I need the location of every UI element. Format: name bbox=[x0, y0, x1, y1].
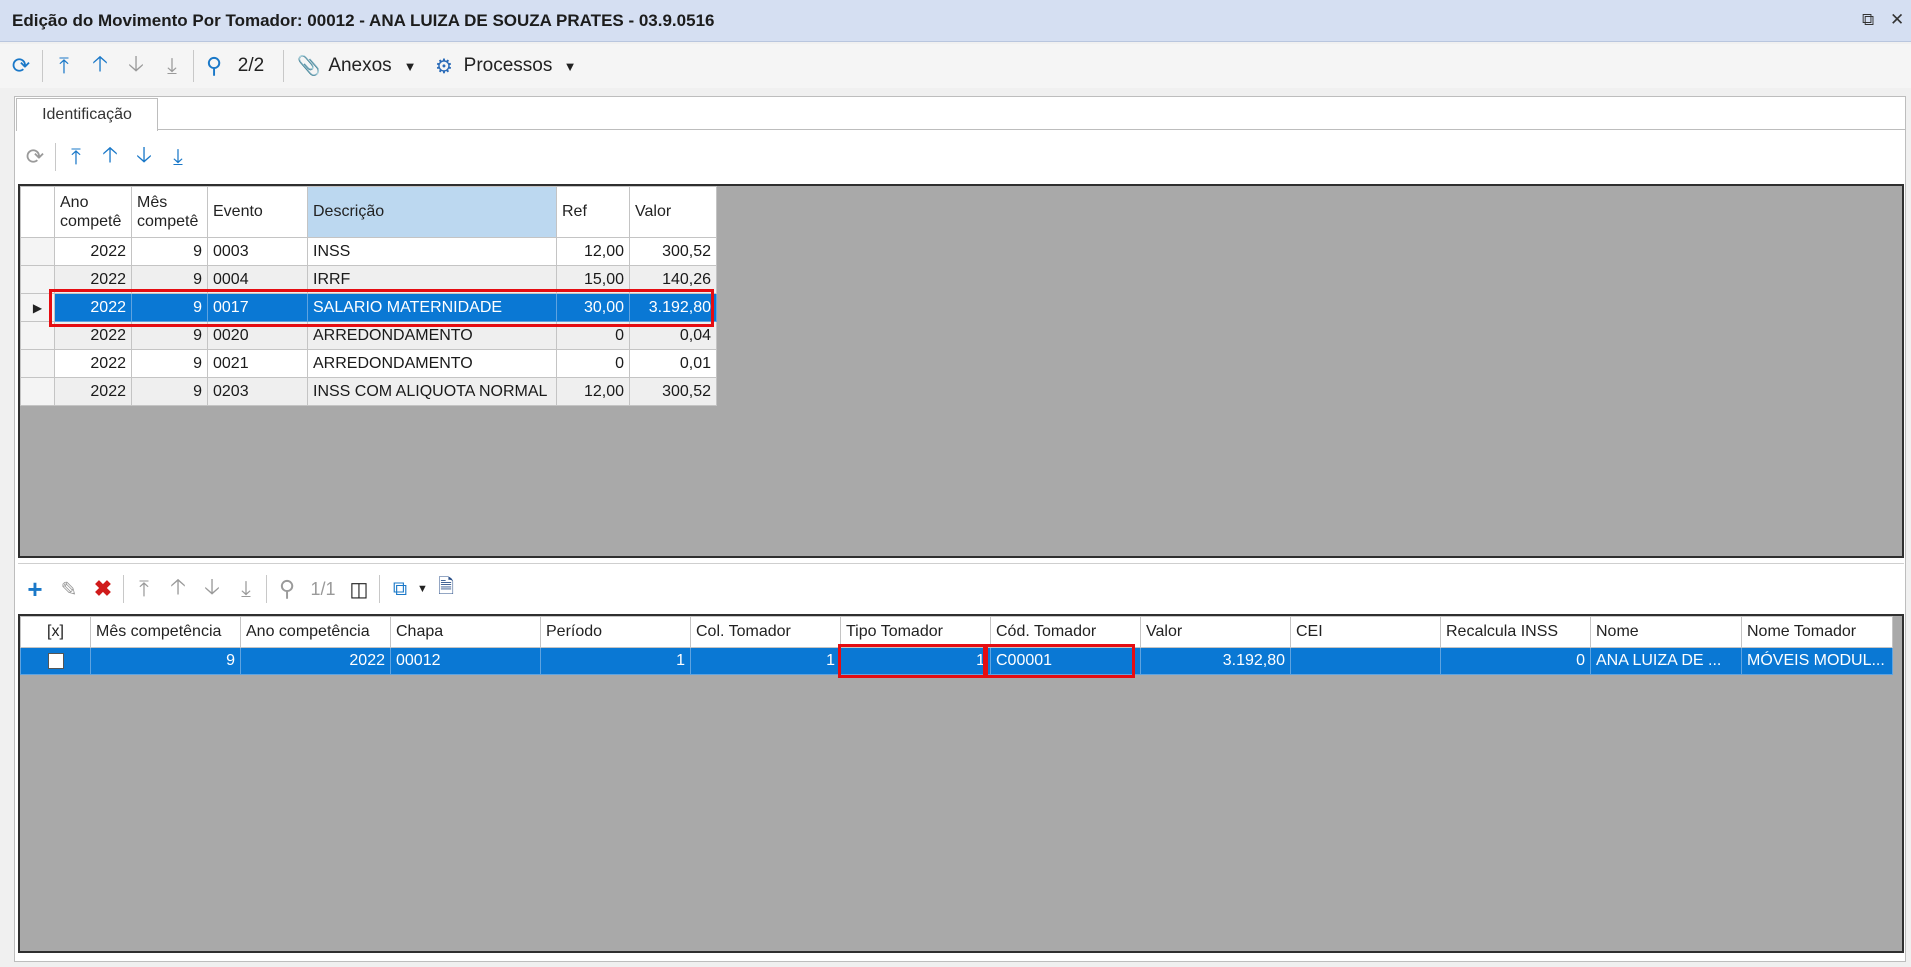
window-title: Edição do Movimento Por Tomador: 00012 -… bbox=[12, 11, 715, 30]
table-row[interactable]: 2022 9 0003 INSS 12,00 300,52 bbox=[20, 237, 717, 266]
next-record-icon[interactable]: 🡣 bbox=[122, 51, 150, 80]
column-header-recalcula-inss[interactable]: Recalcula INSS bbox=[1440, 616, 1591, 648]
next-record-icon[interactable]: 🡣 bbox=[127, 142, 161, 172]
previous-record-icon[interactable]: 🡡 bbox=[86, 51, 114, 80]
add-icon[interactable]: + bbox=[18, 574, 52, 604]
tomador-grid: [x] Mês competência Ano competência Chap… bbox=[18, 614, 1904, 953]
last-record-icon[interactable]: ⤓ bbox=[229, 574, 263, 604]
column-header-ano[interactable]: Ano competê bbox=[54, 186, 132, 238]
restore-icon[interactable]: ⧉ bbox=[1862, 10, 1874, 30]
column-header-tipo-tomador[interactable]: Tipo Tomador bbox=[840, 616, 991, 648]
search-icon[interactable]: ⚲ bbox=[270, 574, 304, 604]
first-record-icon[interactable]: ⤒ bbox=[59, 142, 93, 172]
table-row[interactable]: 2022 9 0004 IRRF 15,00 140,26 bbox=[20, 265, 717, 294]
column-header-nome-tomador[interactable]: Nome Tomador bbox=[1741, 616, 1893, 648]
paperclip-icon: 📎 bbox=[297, 56, 321, 77]
columns-icon[interactable]: ◫ bbox=[342, 574, 376, 604]
table-row[interactable]: 2022 9 0203 INSS COM ALIQUOTA NORMAL 12,… bbox=[20, 377, 717, 406]
gear-icon: ⚙ bbox=[435, 55, 453, 78]
column-header-descricao[interactable]: Descrição bbox=[307, 186, 557, 238]
table-row[interactable]: 2022 9 0021 ARREDONDAMENTO 0 0,01 bbox=[20, 349, 717, 378]
previous-record-icon[interactable]: 🡡 bbox=[161, 574, 195, 604]
main-toolbar: ⟳ ⤒ 🡡 🡣 ⤓ ⚲ 2/2 📎 Anexos ▼ ⚙ Processos ▼ bbox=[0, 44, 1911, 88]
table-row[interactable]: 2022 9 0020 ARREDONDAMENTO 0 0,04 bbox=[20, 321, 717, 350]
row-checkbox[interactable] bbox=[20, 647, 91, 675]
window-title-bar: Edição do Movimento Por Tomador: 00012 -… bbox=[0, 0, 1911, 42]
first-record-icon[interactable]: ⤒ bbox=[50, 52, 78, 80]
chevron-down-icon[interactable]: ▼ bbox=[402, 52, 418, 80]
record-counter: 2/2 bbox=[237, 55, 265, 76]
tipo-tomador-cell[interactable]: 1 bbox=[840, 647, 991, 675]
column-header-nome[interactable]: Nome bbox=[1590, 616, 1742, 648]
column-header-valor[interactable]: Valor bbox=[1140, 616, 1291, 648]
cod-tomador-cell[interactable]: C00001 bbox=[990, 647, 1141, 675]
edit-icon[interactable]: ✎ bbox=[52, 574, 86, 604]
column-header-cod-tomador[interactable]: Cód. Tomador bbox=[990, 616, 1141, 648]
close-icon[interactable]: ✕ bbox=[1890, 10, 1904, 30]
chevron-down-icon[interactable]: ▼ bbox=[417, 583, 429, 595]
column-header-ano-competencia[interactable]: Ano competência bbox=[240, 616, 391, 648]
events-table: Ano competê Mês competê Evento Descrição R… bbox=[20, 186, 717, 406]
next-record-icon[interactable]: 🡣 bbox=[195, 574, 229, 604]
delete-icon[interactable]: ✖ bbox=[86, 574, 120, 604]
tomador-table: [x] Mês competência Ano competência Chap… bbox=[20, 616, 1893, 675]
column-header-mes-competencia[interactable]: Mês competência bbox=[90, 616, 241, 648]
document-icon[interactable]: 🗎 bbox=[429, 574, 463, 604]
refresh-icon[interactable]: ⟳ bbox=[6, 52, 36, 80]
processos-menu-button[interactable]: Processos bbox=[462, 52, 554, 80]
column-header-valor[interactable]: Valor bbox=[629, 186, 717, 238]
row-pointer-icon: ▶ bbox=[20, 293, 55, 322]
tab-identificacao[interactable]: Identificação bbox=[16, 98, 158, 131]
row-indicator-header bbox=[20, 186, 55, 238]
column-header-evento[interactable]: Evento bbox=[207, 186, 308, 238]
events-toolbar: ⟳ ⤒ 🡡 🡣 ⤓ bbox=[18, 138, 195, 176]
anexos-menu-button[interactable]: Anexos bbox=[326, 52, 394, 80]
column-header-cei[interactable]: CEI bbox=[1290, 616, 1441, 648]
previous-record-icon[interactable]: 🡡 bbox=[93, 142, 127, 172]
record-counter: 1/1 bbox=[310, 578, 336, 599]
column-header-select[interactable]: [x] bbox=[20, 616, 91, 648]
column-header-mes[interactable]: Mês competê bbox=[131, 186, 208, 238]
chevron-down-icon[interactable]: ▼ bbox=[562, 52, 578, 80]
table-row-selected[interactable]: ▶ 2022 9 0017 SALARIO MATERNIDADE 30,00 … bbox=[20, 293, 717, 322]
column-header-ref[interactable]: Ref bbox=[556, 186, 630, 238]
refresh-icon[interactable]: ⟳ bbox=[18, 142, 52, 172]
last-record-icon[interactable]: ⤓ bbox=[161, 142, 195, 172]
last-record-icon[interactable]: ⤓ bbox=[158, 52, 186, 80]
column-header-chapa[interactable]: Chapa bbox=[390, 616, 541, 648]
tomador-toolbar: + ✎ ✖ ⤒ 🡡 🡣 ⤓ ⚲ 1/1 ◫ ⧉ ▼ 🗎 bbox=[18, 570, 463, 608]
table-row-selected[interactable]: 9 2022 00012 1 1 1 C00001 3.192,80 0 ANA… bbox=[20, 647, 1893, 675]
search-icon[interactable]: ⚲ bbox=[200, 52, 228, 80]
column-header-col-tomador[interactable]: Col. Tomador bbox=[690, 616, 841, 648]
events-grid: Ano competê Mês competê Evento Descrição R… bbox=[18, 184, 1904, 558]
column-header-periodo[interactable]: Período bbox=[540, 616, 691, 648]
first-record-icon[interactable]: ⤒ bbox=[127, 574, 161, 604]
export-icon[interactable]: ⧉ bbox=[383, 574, 417, 604]
